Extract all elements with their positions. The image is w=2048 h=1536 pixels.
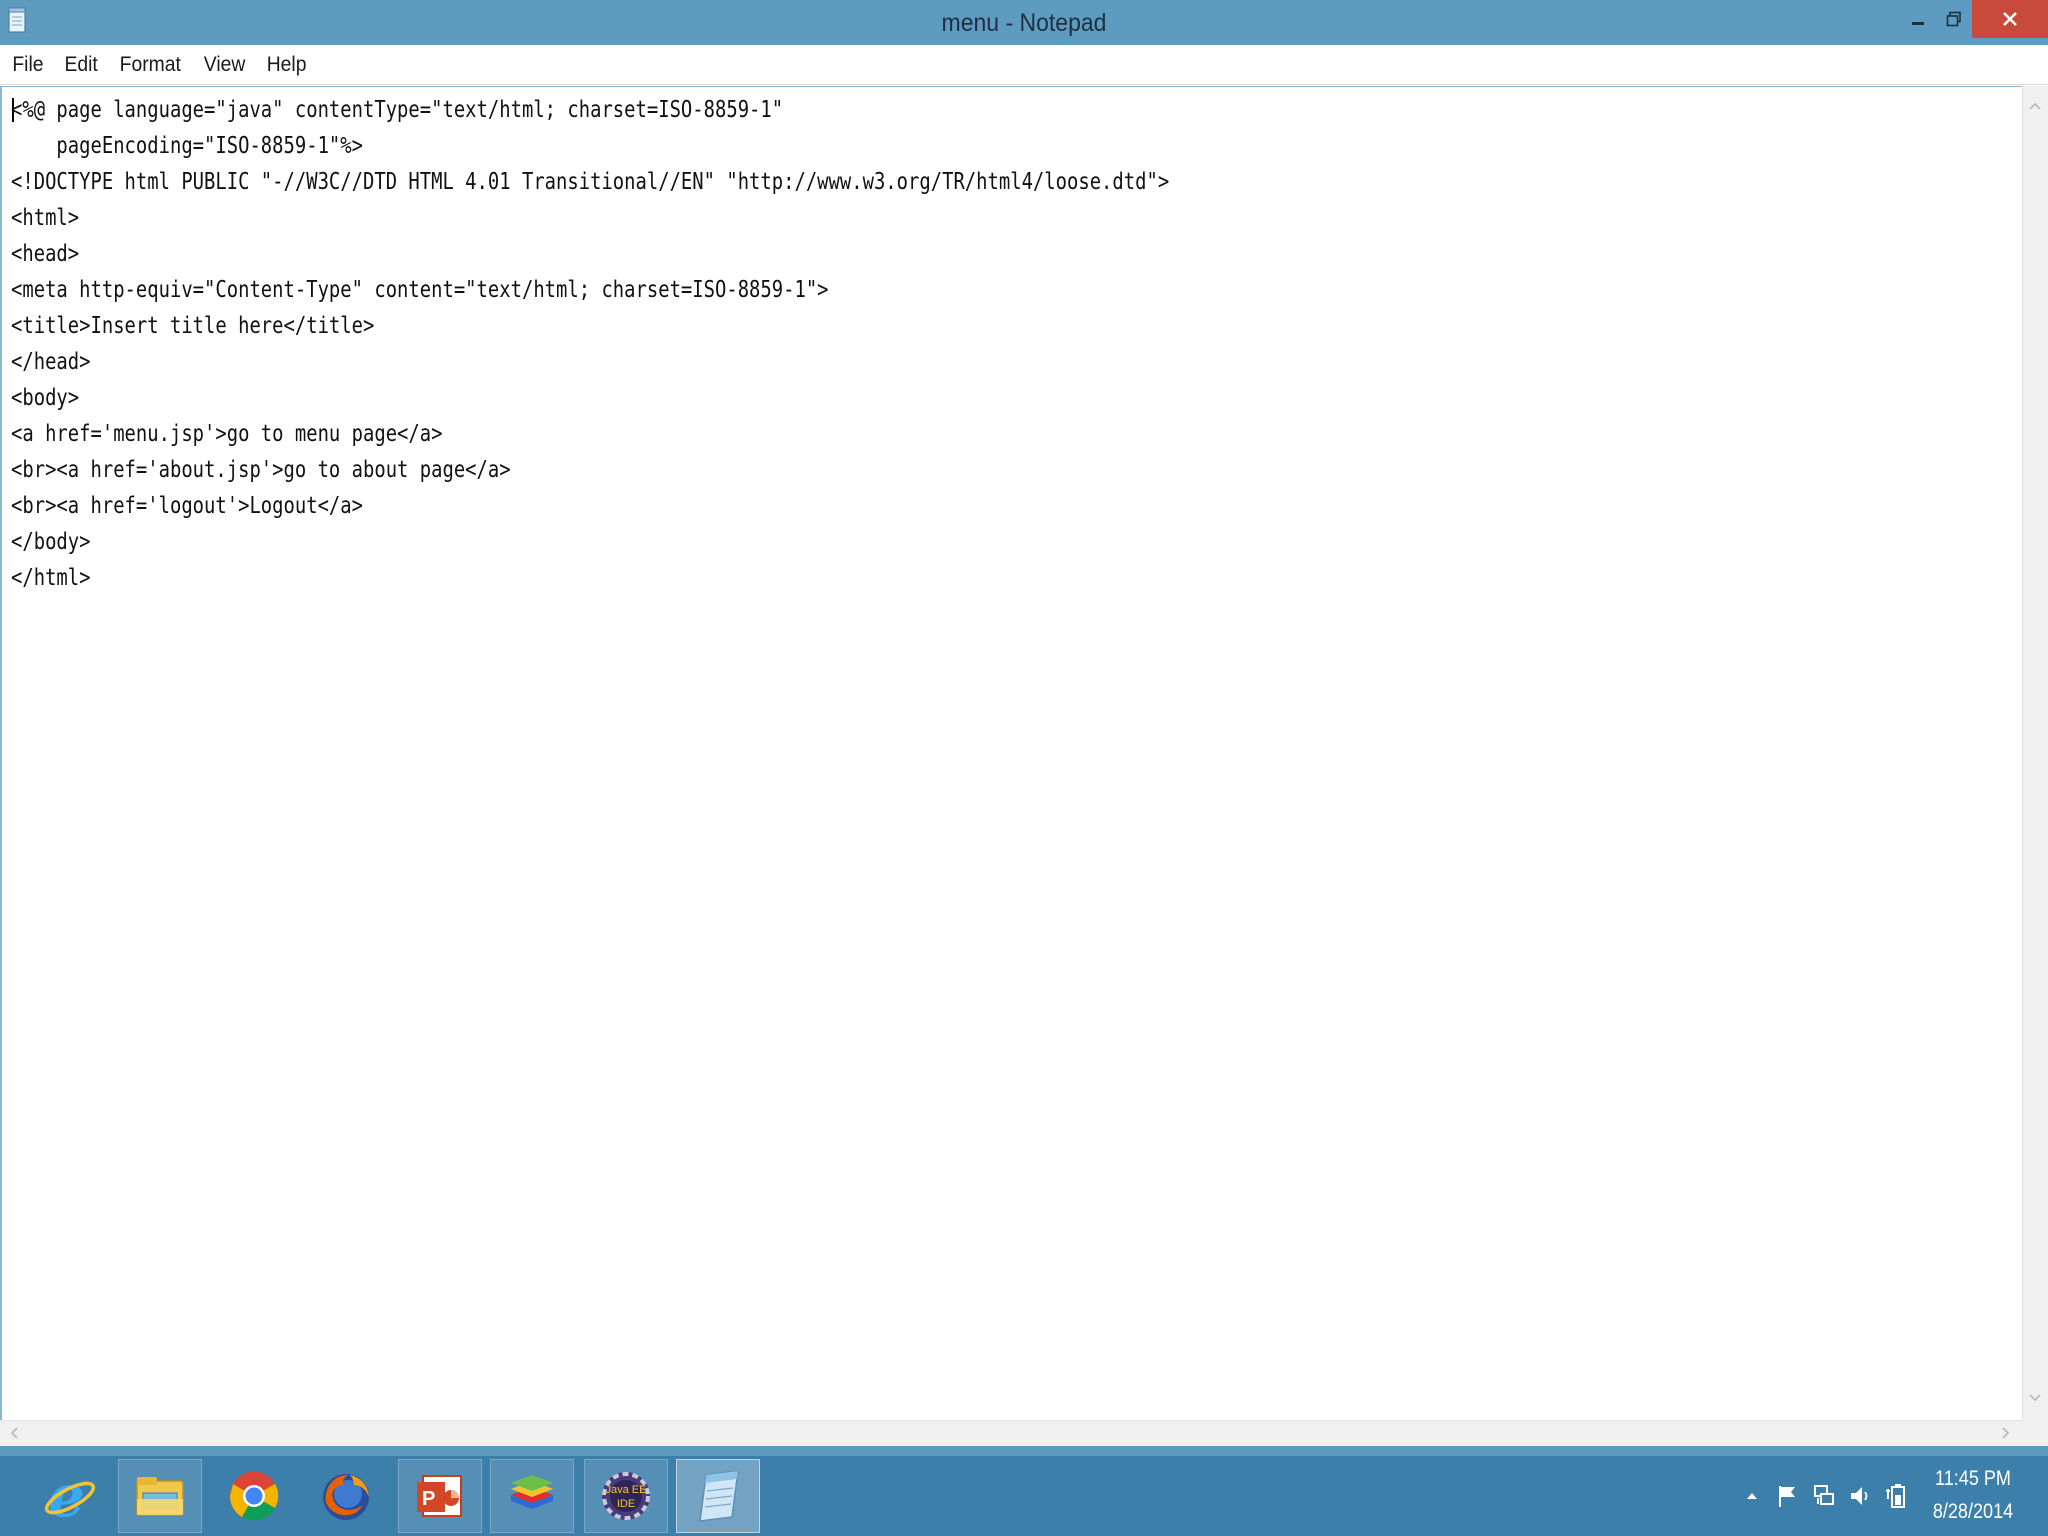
scroll-up-arrow[interactable] — [2025, 96, 2045, 116]
file-explorer-icon — [136, 1477, 184, 1516]
menu-view[interactable]: View — [197, 51, 251, 79]
taskbar-clock[interactable]: 11:45 PM 8/28/2014 — [1918, 1462, 2028, 1532]
code-line-6: <meta http-equiv="Content-Type" content=… — [11, 277, 829, 303]
menu-help[interactable]: Help — [260, 51, 313, 79]
clock-date: 8/28/2014 — [1932, 1500, 2014, 1523]
taskbar-file-explorer[interactable] — [118, 1459, 202, 1533]
code-line-14: </html> — [11, 565, 91, 591]
menu-file[interactable]: File — [6, 51, 50, 79]
code-line-3: <!DOCTYPE html PUBLIC "-//W3C//DTD HTML … — [11, 169, 1170, 195]
notepad-icon — [699, 1470, 739, 1522]
chevron-up-icon — [2029, 102, 2041, 110]
code-line-12: <br><a href='logout'>Logout</a> — [11, 493, 363, 519]
horizontal-scrollbar[interactable] — [0, 1420, 2022, 1446]
internet-explorer-icon: e — [44, 1466, 96, 1526]
power-icon[interactable] — [1884, 1484, 1908, 1508]
restore-button[interactable] — [1936, 0, 1972, 38]
show-hidden-icons-arrow[interactable] — [1740, 1484, 1764, 1508]
chrome-icon — [229, 1471, 279, 1521]
flag-icon — [1779, 1486, 1795, 1507]
taskbar-powerpoint[interactable]: P — [398, 1459, 482, 1533]
code-line-4: <html> — [11, 205, 80, 231]
code-line-5: <head> — [11, 241, 80, 267]
taskbar-bluestacks[interactable] — [490, 1459, 574, 1533]
code-line-10: <a href='menu.jsp'>go to menu page</a> — [11, 421, 443, 447]
taskbar-firefox[interactable] — [304, 1459, 388, 1533]
taskbar-notepad[interactable] — [676, 1459, 760, 1533]
chevron-up-icon — [1747, 1493, 1757, 1499]
clock-time: 11:45 PM — [1935, 1467, 2011, 1490]
text-editor-area[interactable]: <%@ page language="java" contentType="te… — [0, 86, 2022, 1420]
menu-bar: File Edit Format View Help — [0, 45, 2048, 85]
scroll-right-arrow[interactable] — [1996, 1423, 2016, 1443]
minimize-button[interactable] — [1900, 0, 1936, 38]
firefox-icon — [323, 1474, 369, 1520]
code-line-2: pageEncoding="ISO-8859-1"%> — [11, 133, 363, 159]
powerpoint-icon: P — [417, 1475, 462, 1517]
code-line-13: </body> — [11, 529, 91, 555]
scroll-left-arrow[interactable] — [4, 1423, 24, 1443]
minimize-icon — [1912, 22, 1924, 25]
close-button[interactable] — [1972, 0, 2048, 38]
code-line-7: <title>Insert title here</title> — [11, 313, 375, 339]
action-center-flag-icon[interactable] — [1776, 1484, 1800, 1508]
chevron-left-icon — [10, 1427, 18, 1439]
code-line-11: <br><a href='about.jsp'>go to about page… — [11, 457, 511, 483]
chevron-down-icon — [2029, 1394, 2041, 1402]
network-icon — [1814, 1485, 1834, 1505]
screen: menu - Notepad File Edit Format View Hel… — [0, 0, 2048, 1536]
scroll-down-arrow[interactable] — [2025, 1388, 2045, 1408]
volume-icon[interactable] — [1848, 1484, 1872, 1508]
svg-text:P: P — [422, 1488, 435, 1510]
taskbar-top-edge — [0, 1446, 2048, 1456]
network-icon[interactable] — [1812, 1484, 1836, 1508]
volume-icon — [1851, 1487, 1868, 1505]
code-line-9: <body> — [11, 385, 80, 411]
taskbar-java-ee-ide[interactable]: Java EE IDE — [584, 1459, 668, 1533]
notepad-app-icon[interactable] — [7, 7, 27, 34]
scrollbar-corner — [2022, 1420, 2048, 1446]
svg-text:Java EE: Java EE — [606, 1484, 647, 1496]
window-title: menu - Notepad — [941, 9, 1107, 37]
taskbar-internet-explorer[interactable]: e — [28, 1459, 112, 1533]
title-bar[interactable]: menu - Notepad — [0, 0, 2048, 45]
battery-plug-icon — [1886, 1484, 1905, 1508]
close-icon — [2003, 12, 2017, 26]
java-ee-ide-icon: Java EE IDE — [602, 1472, 650, 1520]
menu-format[interactable]: Format — [113, 51, 187, 79]
bluestacks-icon — [511, 1475, 553, 1509]
svg-text:IDE: IDE — [617, 1498, 635, 1510]
svg-text:e: e — [48, 1466, 85, 1526]
taskbar-chrome[interactable] — [212, 1459, 296, 1533]
vertical-scrollbar[interactable] — [2022, 86, 2048, 1420]
chevron-right-icon — [2002, 1427, 2010, 1439]
restore-icon — [1946, 11, 1961, 27]
menu-edit[interactable]: Edit — [58, 51, 104, 79]
code-line-8: </head> — [11, 349, 91, 375]
code-line-1: <%@ page language="java" contentType="te… — [11, 97, 784, 123]
